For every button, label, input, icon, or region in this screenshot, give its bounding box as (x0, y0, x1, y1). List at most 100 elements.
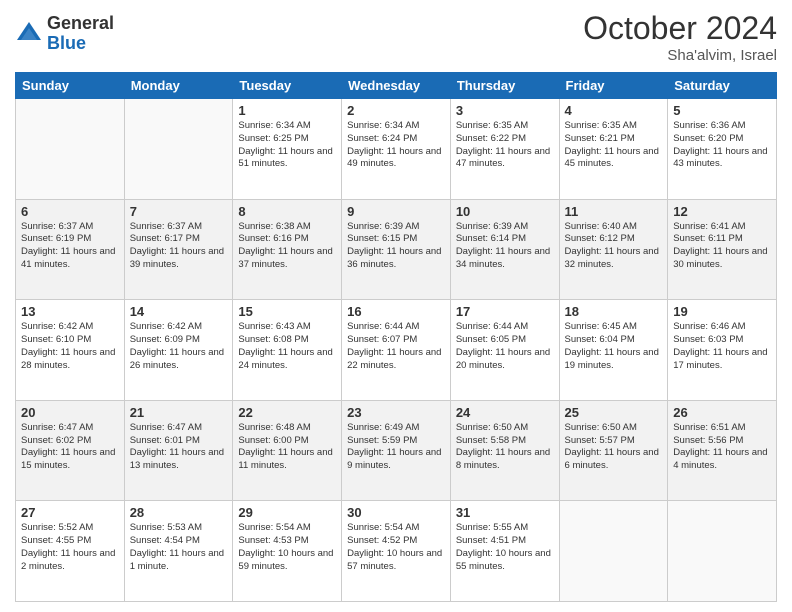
calendar-day-cell: 31Sunrise: 5:55 AM Sunset: 4:51 PM Dayli… (450, 501, 559, 602)
day-info: Sunrise: 6:47 AM Sunset: 6:02 PM Dayligh… (21, 422, 119, 473)
logo-blue-text: Blue (47, 34, 114, 54)
title-area: October 2024 Sha'alvim, Israel (583, 10, 777, 64)
day-number: 11 (565, 204, 663, 219)
day-info: Sunrise: 5:53 AM Sunset: 4:54 PM Dayligh… (130, 522, 228, 573)
calendar-day-cell (16, 99, 125, 200)
calendar-day-header: Saturday (668, 73, 777, 99)
calendar-day-cell: 13Sunrise: 6:42 AM Sunset: 6:10 PM Dayli… (16, 300, 125, 401)
calendar-day-header: Monday (124, 73, 233, 99)
day-info: Sunrise: 6:38 AM Sunset: 6:16 PM Dayligh… (238, 221, 336, 272)
calendar-day-cell: 11 Sunrise: 6:40 AM Sunset: 6:12 PM Dayli… (559, 199, 668, 300)
calendar-day-cell: 16 Sunrise: 6:44 AM Sunset: 6:07 PM Dayli… (342, 300, 451, 401)
calendar-day-cell (559, 501, 668, 602)
calendar-day-cell: 21Sunrise: 6:47 AM Sunset: 6:01 PM Dayli… (124, 400, 233, 501)
calendar-day-cell: 2Sunrise: 6:34 AM Sunset: 6:24 PM Daylig… (342, 99, 451, 200)
day-info: Sunrise: 6:42 AM Sunset: 6:10 PM Dayligh… (21, 321, 119, 372)
day-info: Sunrise: 6:43 AM Sunset: 6:08 PM Dayligh… (238, 321, 336, 372)
day-number: 17 (456, 304, 554, 319)
calendar-week-row: 6 Sunrise: 6:37 AM Sunset: 6:19 PM Daylig… (16, 199, 777, 300)
calendar-day-cell: 5 Sunrise: 6:36 AM Sunset: 6:20 PM Daylig… (668, 99, 777, 200)
day-info: Sunrise: 6:36 AM Sunset: 6:20 PM Dayligh… (673, 120, 771, 171)
day-number: 6 (21, 204, 119, 219)
logo: General Blue (15, 14, 114, 54)
day-info: Sunrise: 6:34 AM Sunset: 6:25 PM Dayligh… (238, 120, 336, 171)
calendar-day-cell: 30 Sunrise: 5:54 AM Sunset: 4:52 PM Dayli… (342, 501, 451, 602)
calendar-day-header: Sunday (16, 73, 125, 99)
calendar-day-cell: 25Sunrise: 6:50 AM Sunset: 5:57 PM Dayli… (559, 400, 668, 501)
calendar-day-cell: 27Sunrise: 5:52 AM Sunset: 4:55 PM Dayli… (16, 501, 125, 602)
calendar-day-cell: 17 Sunrise: 6:44 AM Sunset: 6:05 PM Dayli… (450, 300, 559, 401)
calendar-week-row: 13Sunrise: 6:42 AM Sunset: 6:10 PM Dayli… (16, 300, 777, 401)
day-info: Sunrise: 6:35 AM Sunset: 6:22 PM Dayligh… (456, 120, 554, 171)
calendar-day-cell: 10 Sunrise: 6:39 AM Sunset: 6:14 PM Dayli… (450, 199, 559, 300)
day-info: Sunrise: 6:51 AM Sunset: 5:56 PM Dayligh… (673, 422, 771, 473)
month-title: October 2024 (583, 10, 777, 47)
day-number: 19 (673, 304, 771, 319)
calendar-day-header: Tuesday (233, 73, 342, 99)
day-number: 18 (565, 304, 663, 319)
day-info: Sunrise: 6:46 AM Sunset: 6:03 PM Dayligh… (673, 321, 771, 372)
calendar-day-cell (668, 501, 777, 602)
day-info: Sunrise: 5:52 AM Sunset: 4:55 PM Dayligh… (21, 522, 119, 573)
day-info: Sunrise: 6:48 AM Sunset: 6:00 PM Dayligh… (238, 422, 336, 473)
calendar-day-cell: 14Sunrise: 6:42 AM Sunset: 6:09 PM Dayli… (124, 300, 233, 401)
day-info: Sunrise: 5:55 AM Sunset: 4:51 PM Dayligh… (456, 522, 554, 573)
day-number: 22 (238, 405, 336, 420)
logo-icon (15, 20, 43, 48)
day-info: Sunrise: 6:44 AM Sunset: 6:05 PM Dayligh… (456, 321, 554, 372)
day-number: 7 (130, 204, 228, 219)
day-info: Sunrise: 6:47 AM Sunset: 6:01 PM Dayligh… (130, 422, 228, 473)
calendar-day-cell: 19 Sunrise: 6:46 AM Sunset: 6:03 PM Dayli… (668, 300, 777, 401)
day-info: Sunrise: 5:54 AM Sunset: 4:53 PM Dayligh… (238, 522, 336, 573)
day-number: 16 (347, 304, 445, 319)
calendar-week-row: 27Sunrise: 5:52 AM Sunset: 4:55 PM Dayli… (16, 501, 777, 602)
day-number: 8 (238, 204, 336, 219)
day-info: Sunrise: 6:40 AM Sunset: 6:12 PM Dayligh… (565, 221, 663, 272)
calendar-day-cell: 29Sunrise: 5:54 AM Sunset: 4:53 PM Dayli… (233, 501, 342, 602)
calendar-day-header: Thursday (450, 73, 559, 99)
day-info: Sunrise: 6:35 AM Sunset: 6:21 PM Dayligh… (565, 120, 663, 171)
day-info: Sunrise: 6:37 AM Sunset: 6:19 PM Dayligh… (21, 221, 119, 272)
day-number: 10 (456, 204, 554, 219)
calendar-day-header: Wednesday (342, 73, 451, 99)
day-number: 4 (565, 103, 663, 118)
day-number: 1 (238, 103, 336, 118)
day-number: 28 (130, 505, 228, 520)
day-number: 23 (347, 405, 445, 420)
day-number: 14 (130, 304, 228, 319)
calendar-day-cell: 23 Sunrise: 6:49 AM Sunset: 5:59 PM Dayli… (342, 400, 451, 501)
day-number: 5 (673, 103, 771, 118)
day-number: 3 (456, 103, 554, 118)
calendar-day-cell: 1 Sunrise: 6:34 AM Sunset: 6:25 PM Daylig… (233, 99, 342, 200)
location: Sha'alvim, Israel (583, 47, 777, 64)
calendar-day-cell: 20 Sunrise: 6:47 AM Sunset: 6:02 PM Dayli… (16, 400, 125, 501)
calendar-day-cell: 9Sunrise: 6:39 AM Sunset: 6:15 PM Daylig… (342, 199, 451, 300)
calendar-table: SundayMondayTuesdayWednesdayThursdayFrid… (15, 72, 777, 602)
day-number: 15 (238, 304, 336, 319)
calendar-week-row: 1 Sunrise: 6:34 AM Sunset: 6:25 PM Daylig… (16, 99, 777, 200)
day-info: Sunrise: 6:39 AM Sunset: 6:14 PM Dayligh… (456, 221, 554, 272)
day-info: Sunrise: 6:49 AM Sunset: 5:59 PM Dayligh… (347, 422, 445, 473)
calendar-day-cell: 26 Sunrise: 6:51 AM Sunset: 5:56 PM Dayli… (668, 400, 777, 501)
day-number: 30 (347, 505, 445, 520)
calendar-day-cell: 15 Sunrise: 6:43 AM Sunset: 6:08 PM Dayli… (233, 300, 342, 401)
logo-general-text: General (47, 14, 114, 34)
calendar-day-cell: 4 Sunrise: 6:35 AM Sunset: 6:21 PM Daylig… (559, 99, 668, 200)
day-number: 26 (673, 405, 771, 420)
day-info: Sunrise: 6:37 AM Sunset: 6:17 PM Dayligh… (130, 221, 228, 272)
day-info: Sunrise: 6:44 AM Sunset: 6:07 PM Dayligh… (347, 321, 445, 372)
day-info: Sunrise: 5:54 AM Sunset: 4:52 PM Dayligh… (347, 522, 445, 573)
day-number: 20 (21, 405, 119, 420)
header: General Blue October 2024 Sha'alvim, Isr… (15, 10, 777, 64)
calendar-day-cell: 8 Sunrise: 6:38 AM Sunset: 6:16 PM Daylig… (233, 199, 342, 300)
day-info: Sunrise: 6:41 AM Sunset: 6:11 PM Dayligh… (673, 221, 771, 272)
day-info: Sunrise: 6:50 AM Sunset: 5:58 PM Dayligh… (456, 422, 554, 473)
day-number: 25 (565, 405, 663, 420)
calendar-day-cell: 3 Sunrise: 6:35 AM Sunset: 6:22 PM Daylig… (450, 99, 559, 200)
calendar-week-row: 20 Sunrise: 6:47 AM Sunset: 6:02 PM Dayli… (16, 400, 777, 501)
calendar-day-cell: 22 Sunrise: 6:48 AM Sunset: 6:00 PM Dayli… (233, 400, 342, 501)
calendar-day-cell: 7 Sunrise: 6:37 AM Sunset: 6:17 PM Daylig… (124, 199, 233, 300)
calendar-day-cell (124, 99, 233, 200)
day-number: 12 (673, 204, 771, 219)
day-number: 24 (456, 405, 554, 420)
